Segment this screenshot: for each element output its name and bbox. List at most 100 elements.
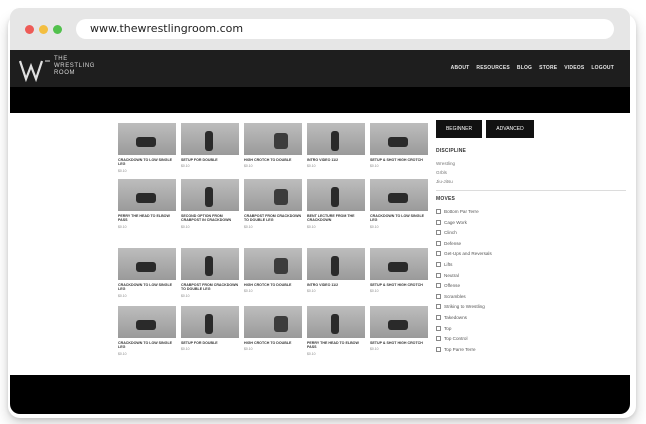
video-title[interactable]: PERRY THE HEAD TO ELBOW PASS: [307, 341, 365, 350]
move-filter-item[interactable]: Clinch: [436, 230, 457, 236]
video-thumbnail[interactable]: [370, 306, 428, 338]
video-thumbnail[interactable]: [307, 248, 365, 280]
move-filter-item[interactable]: Top: [436, 325, 451, 331]
video-thumbnail[interactable]: [244, 248, 302, 280]
move-filter-item[interactable]: Top Control: [436, 336, 468, 342]
move-checkbox[interactable]: [436, 272, 441, 278]
move-filter-item[interactable]: Neutral: [436, 272, 459, 278]
discipline-jiu-jitsu[interactable]: Jiu-Jitsu: [436, 179, 453, 184]
nav-resources[interactable]: RESOURCES: [476, 65, 509, 71]
video-title[interactable]: BENT LECTURE FROM THE CRACKDOWN: [307, 214, 365, 223]
move-checkbox[interactable]: [436, 219, 441, 225]
move-checkbox[interactable]: [436, 315, 441, 320]
video-thumbnail[interactable]: [307, 179, 365, 211]
video-card[interactable]: CRACKDOWN TO LOW SINGLE LEG $0.10: [118, 123, 176, 173]
move-filter-item[interactable]: Get-Ups and Reversals: [436, 251, 492, 257]
move-filter-item[interactable]: Striking to Wrestling: [436, 304, 485, 310]
move-filter-item[interactable]: Defense: [436, 240, 461, 246]
close-window-button[interactable]: [25, 25, 34, 34]
video-title[interactable]: HIGH CROTCH TO DOUBLE: [244, 341, 302, 345]
video-card[interactable]: CRABPOST FROM CRACKDOWN TO DOUBLE LEG $0.…: [244, 179, 302, 229]
video-title[interactable]: CRABPOST FROM CRACKDOWN TO DOUBLE LEG: [244, 214, 302, 223]
video-card[interactable]: PERRY THE HEAD TO ELBOW PASS $0.10: [307, 306, 365, 356]
advanced-button[interactable]: ADVANCED: [486, 120, 534, 138]
video-title[interactable]: HIGH CROTCH TO DOUBLE: [244, 283, 302, 287]
move-checkbox[interactable]: [436, 240, 441, 246]
video-card[interactable]: INTRO VIDEO 11/2 $0.10: [307, 123, 365, 168]
video-thumbnail[interactable]: [370, 248, 428, 280]
video-card[interactable]: SETUP FOR DOUBLE $0.10: [181, 123, 239, 168]
video-title[interactable]: CRACKDOWN TO LOW SINGLE LEG: [118, 341, 176, 350]
discipline-grbls[interactable]: Grbls: [436, 170, 447, 175]
video-thumbnail[interactable]: [181, 179, 239, 211]
move-filter-item[interactable]: Bottom Par Terre: [436, 209, 479, 214]
move-filter-item[interactable]: Offense: [436, 283, 460, 289]
move-filter-item[interactable]: Takedowns: [436, 315, 467, 320]
video-title[interactable]: INTRO VIDEO 11/2: [307, 158, 365, 162]
video-card[interactable]: CRACKDOWN TO LOW SINGLE LEG $0.10: [370, 179, 428, 229]
video-thumbnail[interactable]: [118, 248, 176, 280]
video-title[interactable]: SETUP & SHOT HIGH CROTCH: [370, 341, 428, 345]
nav-store[interactable]: STORE: [539, 65, 557, 71]
video-title[interactable]: CRACKDOWN TO LOW SINGLE LEG: [118, 158, 176, 167]
video-title[interactable]: CRABPOST FROM CRACKDOWN TO DOUBLE LEG: [181, 283, 239, 292]
move-checkbox[interactable]: [436, 251, 441, 257]
maximize-window-button[interactable]: [53, 25, 62, 34]
video-thumbnail[interactable]: [244, 306, 302, 338]
move-checkbox[interactable]: [436, 346, 441, 352]
nav-blog[interactable]: BLOG: [517, 65, 532, 71]
video-title[interactable]: CRACKDOWN TO LOW SINGLE LEG: [118, 283, 176, 292]
move-checkbox[interactable]: [436, 336, 441, 342]
move-checkbox[interactable]: [436, 304, 441, 310]
video-thumbnail[interactable]: [118, 306, 176, 338]
video-title[interactable]: HIGH CROTCH TO DOUBLE: [244, 158, 302, 162]
discipline-wrestling[interactable]: Wrestling: [436, 161, 455, 166]
video-title[interactable]: INTRO VIDEO 11/2: [307, 283, 365, 287]
video-thumbnail[interactable]: [118, 179, 176, 211]
move-checkbox[interactable]: [436, 293, 441, 299]
move-filter-item[interactable]: Lifts: [436, 262, 452, 267]
move-filter-item[interactable]: Top Parre Terre: [436, 346, 476, 352]
move-checkbox[interactable]: [436, 283, 441, 289]
nav-logout[interactable]: LOGOUT: [591, 65, 614, 71]
move-checkbox[interactable]: [436, 262, 441, 267]
video-title[interactable]: CRACKDOWN TO LOW SINGLE LEG: [370, 214, 428, 223]
video-thumbnail[interactable]: [370, 123, 428, 155]
address-bar[interactable]: www.thewrestlingroom.com: [76, 19, 614, 39]
move-filter-item[interactable]: Cage Work: [436, 219, 467, 225]
video-thumbnail[interactable]: [181, 123, 239, 155]
video-card[interactable]: HIGH CROTCH TO DOUBLE $0.10: [244, 306, 302, 351]
video-card[interactable]: BENT LECTURE FROM THE CRACKDOWN $0.10: [307, 179, 365, 229]
video-card[interactable]: HIGH CROTCH TO DOUBLE $0.10: [244, 123, 302, 168]
move-checkbox[interactable]: [436, 230, 441, 236]
video-card[interactable]: SETUP & SHOT HIGH CROTCH $0.10: [370, 306, 428, 351]
video-title[interactable]: SETUP FOR DOUBLE: [181, 158, 239, 162]
video-card[interactable]: PERRY THE HEAD TO ELBOW PASS $0.10: [118, 179, 176, 229]
video-title[interactable]: SETUP & SHOT HIGH CROTCH: [370, 158, 428, 162]
video-card[interactable]: INTRO VIDEO 11/2 $0.10: [307, 248, 365, 293]
video-card[interactable]: SETUP & SHOT HIGH CROTCH $0.10: [370, 248, 428, 293]
video-card[interactable]: SETUP & SHOT HIGH CROTCH $0.10: [370, 123, 428, 168]
video-thumbnail[interactable]: [181, 306, 239, 338]
video-card[interactable]: HIGH CROTCH TO DOUBLE $0.10: [244, 248, 302, 293]
move-filter-item[interactable]: Scrambles: [436, 293, 466, 299]
site-logo-text[interactable]: THE WRESTLING ROOM: [54, 56, 95, 77]
video-title[interactable]: SETUP FOR DOUBLE: [181, 341, 239, 345]
video-card[interactable]: SETUP FOR DOUBLE $0.10: [181, 306, 239, 351]
video-thumbnail[interactable]: [370, 179, 428, 211]
beginner-button[interactable]: BEGINNER: [436, 120, 482, 138]
video-thumbnail[interactable]: [307, 306, 365, 338]
video-card[interactable]: CRACKDOWN TO LOW SINGLE LEG $0.10: [118, 306, 176, 356]
nav-videos[interactable]: VIDEOS: [564, 65, 584, 71]
video-card[interactable]: CRACKDOWN TO LOW SINGLE LEG $0.10: [118, 248, 176, 298]
video-card[interactable]: SECOND OPTION FROM CRABPOST IN CRACKDOWN…: [181, 179, 239, 229]
move-checkbox[interactable]: [436, 209, 441, 214]
video-title[interactable]: PERRY THE HEAD TO ELBOW PASS: [118, 214, 176, 223]
video-thumbnail[interactable]: [181, 248, 239, 280]
nav-about[interactable]: ABOUT: [451, 65, 470, 71]
video-thumbnail[interactable]: [118, 123, 176, 155]
video-thumbnail[interactable]: [244, 123, 302, 155]
minimize-window-button[interactable]: [39, 25, 48, 34]
site-logo-icon[interactable]: [18, 58, 52, 82]
video-thumbnail[interactable]: [244, 179, 302, 211]
